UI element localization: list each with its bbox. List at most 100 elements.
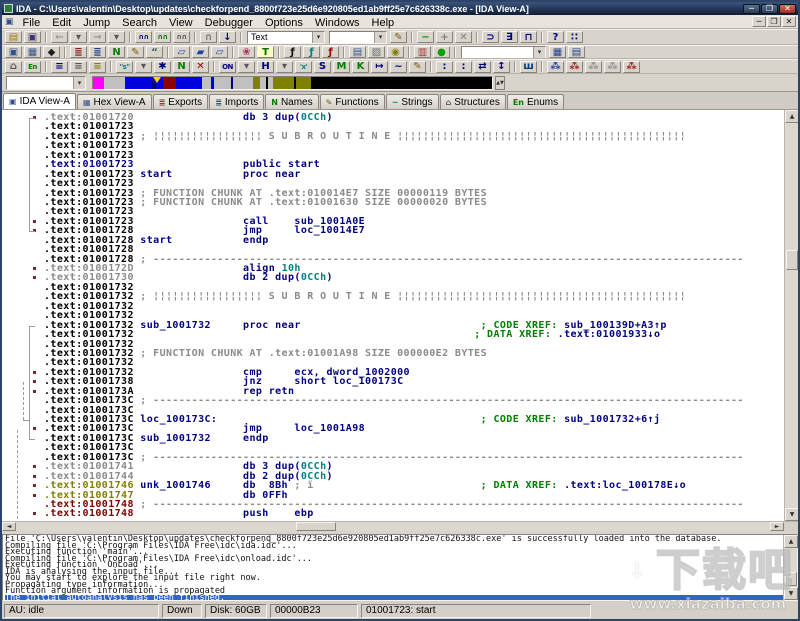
rename-button[interactable]: N (173, 61, 190, 73)
function-red-button[interactable]: ƒ (322, 46, 339, 58)
function-teal-button[interactable]: ƒ (303, 46, 320, 58)
scroll-up-icon[interactable]: ▲ (785, 110, 799, 123)
enum-member-button[interactable]: M (333, 61, 350, 73)
user-xref-chart-button[interactable]: ⁂ (623, 61, 640, 73)
exports-button[interactable]: ≣ (70, 46, 87, 58)
call-graph-button[interactable]: ⁂ (547, 61, 564, 73)
menu-help[interactable]: Help (366, 17, 401, 29)
delete-button[interactable]: ✕ (192, 61, 209, 73)
mdi-restore-button[interactable]: ❐ (767, 16, 781, 27)
hex-dropdown[interactable]: ▾ (276, 61, 293, 73)
search-text-binoculars-button[interactable]: ∩∩ (173, 31, 190, 43)
explore-button[interactable]: ≡ (89, 61, 106, 73)
local-types-button[interactable]: T (257, 46, 274, 58)
number-format-button[interactable]: ⇄ (474, 61, 491, 73)
calculator-button[interactable]: ▤ (349, 46, 366, 58)
navband-zoom-spinner[interactable]: ▲▼ (495, 76, 505, 90)
menu-file[interactable]: File (17, 17, 47, 29)
close-view-button[interactable]: ✕ (455, 31, 472, 43)
function-list-button[interactable]: ƒ (284, 46, 301, 58)
swap-button[interactable]: ↕ (493, 61, 510, 73)
menu-options[interactable]: Options (259, 17, 309, 29)
structures-window-button[interactable]: ▱ (173, 46, 190, 58)
hex-view-button[interactable]: ▦ (24, 46, 41, 58)
disassembly-scroll-thumb[interactable] (786, 250, 798, 270)
functions-button[interactable]: ✎ (127, 46, 144, 58)
disassembly-view[interactable]: .text:01001720 db 3 dup(0CCh).text:01001… (2, 110, 784, 521)
navband-position-marker-icon[interactable] (153, 77, 161, 83)
record-button[interactable]: ● (433, 46, 450, 58)
chevron-down-icon[interactable]: ▾ (533, 47, 545, 58)
selectors-button[interactable]: ⊓ (520, 31, 537, 43)
menu-jump[interactable]: Jump (77, 17, 116, 29)
hex-number-button[interactable]: H (257, 61, 274, 73)
nav-forward-button[interactable]: → (89, 31, 106, 43)
make-data-button[interactable]: ≡ (70, 61, 87, 73)
stack-variable-button[interactable]: K (352, 61, 369, 73)
menu-windows[interactable]: Windows (309, 17, 366, 29)
tab-structures[interactable]: ⌂Structures (440, 94, 506, 109)
chart-button[interactable]: ш (520, 61, 537, 73)
hscroll-track[interactable] (16, 522, 770, 531)
navigation-band[interactable] (92, 76, 493, 90)
type-libraries-button[interactable]: ❀ (238, 46, 255, 58)
close-button[interactable]: ✕ (779, 4, 796, 14)
strings-button[interactable]: “ (146, 46, 163, 58)
output-messages[interactable]: File 'C:\Users\valentin\Desktop\updates\… (3, 535, 783, 600)
scroll-left-icon[interactable]: ◄ (2, 522, 16, 531)
enums-button[interactable]: En (24, 61, 41, 73)
open-file-button[interactable]: ▤ (5, 31, 22, 43)
minimize-button[interactable]: ─ (743, 4, 760, 14)
jump-down-arrow-button[interactable]: ↓ (219, 31, 236, 43)
chevron-down-icon[interactable]: ▾ (73, 77, 85, 89)
chevron-down-icon[interactable]: ▾ (312, 32, 324, 43)
disassembly-vertical-scrollbar[interactable]: ▲ ▼ (784, 110, 798, 521)
xref-graph-to-button[interactable]: ⁂ (604, 61, 621, 73)
tab-strings[interactable]: ~Strings (386, 94, 439, 109)
nav-forward-dropdown[interactable]: ▾ (108, 31, 125, 43)
nav-back-dropdown[interactable]: ▾ (70, 31, 87, 43)
imports-button[interactable]: ≣ (89, 46, 106, 58)
notepad-button[interactable]: ▥ (414, 46, 431, 58)
nav-back-button[interactable]: ← (51, 31, 68, 43)
menu-edit[interactable]: Edit (46, 17, 77, 29)
search-again-button[interactable]: ∩ (200, 31, 217, 43)
mdi-close-button[interactable]: ✕ (782, 16, 796, 27)
script-command-button[interactable]: ▨ (368, 46, 385, 58)
window-tile-button[interactable]: ▤ (568, 46, 585, 58)
output-vertical-scrollbar[interactable]: ▲ ▼ (783, 535, 797, 600)
structures-button[interactable]: ⌂ (5, 61, 22, 73)
problems-button[interactable]: ? (547, 31, 564, 43)
scroll-down-icon[interactable]: ▼ (784, 587, 798, 600)
names-button[interactable]: N (108, 46, 125, 58)
remove-view-button[interactable]: − (417, 31, 434, 43)
search-binoculars-button[interactable]: ∩∩ (135, 31, 152, 43)
menu-view[interactable]: View (163, 17, 199, 29)
xref-graph-from-button[interactable]: ⁂ (585, 61, 602, 73)
mdi-minimize-button[interactable]: ─ (752, 16, 766, 27)
segments-button[interactable]: ⊃ (482, 31, 499, 43)
tab-hex-view-a[interactable]: ▦Hex View-A (77, 94, 152, 109)
output-scroll-thumb[interactable] (785, 572, 797, 586)
search-type-combo[interactable]: Text▾ (247, 31, 325, 44)
menu-debugger[interactable]: Debugger (199, 17, 259, 29)
colon-comment-button[interactable]: : (436, 61, 453, 73)
window-list-button[interactable]: ▦ (549, 46, 566, 58)
disassembly-horizontal-scrollbar[interactable]: ◄ ► (2, 521, 798, 531)
flow-chart-button[interactable]: ◆ (43, 46, 60, 58)
repeatable-comment-button[interactable]: : (455, 61, 472, 73)
search-value-combo[interactable]: ▾ (329, 31, 387, 44)
segment-button[interactable]: S (314, 61, 331, 73)
hscroll-thumb[interactable] (296, 522, 336, 531)
tab-imports[interactable]: ≣Imports (209, 94, 264, 109)
make-code-button[interactable]: ≡ (51, 61, 68, 73)
maximize-button[interactable]: ❐ (761, 4, 778, 14)
enums-window-button[interactable]: ▰ (192, 46, 209, 58)
tab-exports[interactable]: ≣Exports (153, 94, 209, 109)
workspace-combo[interactable]: ▾ (461, 46, 546, 59)
scroll-up-icon[interactable]: ▲ (784, 535, 798, 548)
tab-ida-view-a[interactable]: ▣IDA View-A (3, 93, 76, 109)
char-button[interactable]: 'x' (295, 61, 312, 73)
ida-view-button[interactable]: ▣ (5, 46, 22, 58)
coin-button[interactable]: ◉ (387, 46, 404, 58)
